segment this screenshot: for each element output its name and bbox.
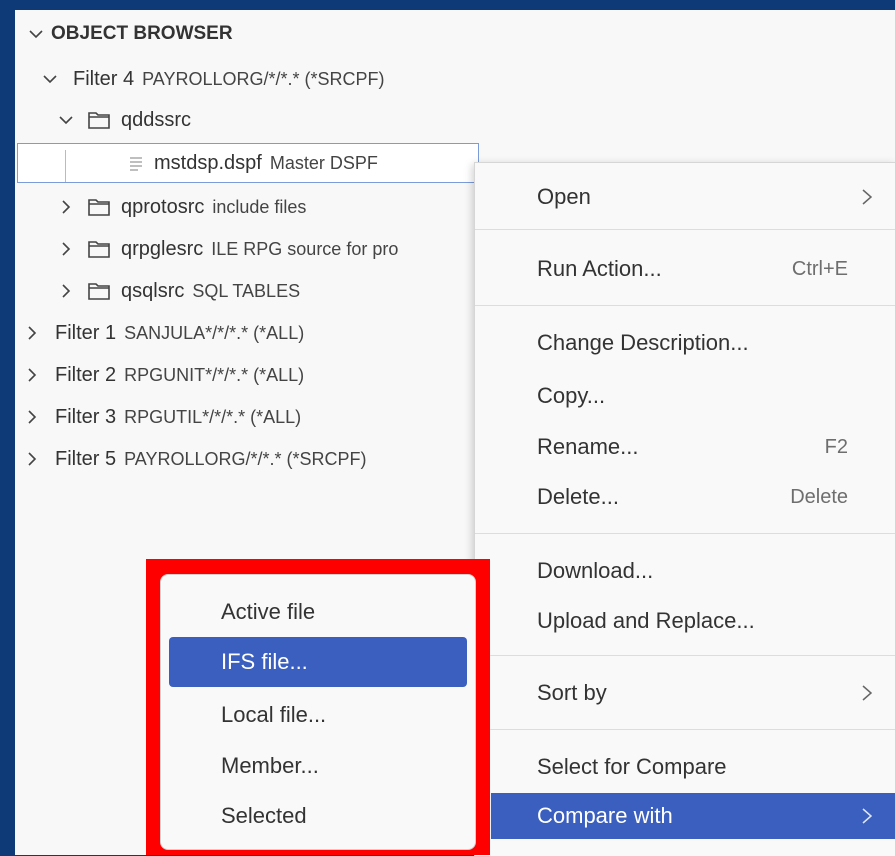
- tree-item-label: qsqlsrc: [121, 279, 185, 302]
- tree-item-label: Filter 5: [55, 447, 117, 470]
- tree-item-qprotosrc[interactable]: qprotosrc include files: [57, 190, 306, 224]
- tree-item-filter-2[interactable]: Filter 2 RPGUNIT*/*/*.* (*ALL): [23, 358, 304, 392]
- menu-separator: [475, 533, 895, 534]
- tree-item-desc: ILE RPG source for pro: [211, 238, 399, 259]
- submenu-item-label: IFS file...: [221, 649, 308, 674]
- menu-item-select-for-compare[interactable]: Select for Compare: [491, 745, 895, 789]
- chevron-right-icon: [860, 683, 874, 703]
- submenu-item-label: Selected: [221, 803, 307, 828]
- folder-icon: [87, 281, 111, 301]
- tree-item-qsqlsrc[interactable]: qsqlsrc SQL TABLES: [57, 274, 300, 308]
- menu-item-upload-replace[interactable]: Upload and Replace...: [491, 599, 895, 643]
- chevron-right-icon: [860, 806, 874, 826]
- menu-item-download[interactable]: Download...: [491, 549, 895, 593]
- submenu-item-active-file[interactable]: Active file: [169, 587, 467, 637]
- submenu-item-label: Local file...: [221, 702, 327, 727]
- menu-item-label: Delete...: [537, 484, 619, 509]
- menu-item-label: Select for Compare: [537, 754, 727, 779]
- tree-item-qrpglesrc[interactable]: qrpglesrc ILE RPG source for pro: [57, 232, 475, 266]
- submenu-item-local-file[interactable]: Local file...: [169, 690, 467, 740]
- tree-item-desc: RPGUNIT*/*/*.* (*ALL): [124, 364, 305, 385]
- menu-item-change-description[interactable]: Change Description...: [491, 321, 895, 365]
- menu-item-delete[interactable]: Delete... Delete: [491, 475, 895, 519]
- menu-separator: [475, 729, 895, 730]
- chevron-right-icon: [23, 324, 41, 342]
- tree-item-filter-4[interactable]: Filter 4 PAYROLLORG/*/*.* (*SRCPF): [41, 62, 385, 96]
- menu-item-label: Rename...: [537, 434, 639, 459]
- section-header-object-browser[interactable]: OBJECT BROWSER: [27, 22, 233, 46]
- tree-item-label: qrpglesrc: [121, 237, 204, 260]
- menu-item-label: Sort by: [537, 680, 607, 705]
- tree-item-filter-3[interactable]: Filter 3 RPGUTIL*/*/*.* (*ALL): [23, 400, 301, 434]
- tree-item-desc: SANJULA*/*/*.* (*ALL): [124, 322, 305, 343]
- menu-item-rename[interactable]: Rename... F2: [491, 425, 895, 469]
- tree-item-label: Filter 1: [55, 321, 117, 344]
- submenu-item-ifs-file[interactable]: IFS file...: [169, 637, 467, 687]
- chevron-right-icon: [57, 240, 75, 258]
- menu-item-label: Change Description...: [537, 330, 749, 355]
- tree-item-label: qddssrc: [121, 108, 192, 131]
- menu-item-compare-with[interactable]: Compare with: [491, 793, 895, 839]
- chevron-down-icon: [27, 25, 45, 43]
- chevron-down-icon: [41, 70, 59, 88]
- submenu-item-label: Member...: [221, 753, 319, 778]
- tree-indent-guide: [65, 150, 66, 182]
- menu-item-label: Copy...: [537, 383, 606, 408]
- menu-separator: [475, 305, 895, 306]
- tree-item-filter-5[interactable]: Filter 5 PAYROLLORG/*/*.* (*SRCPF): [23, 442, 367, 476]
- compare-with-submenu: Active file IFS file... Local file... Me…: [160, 574, 476, 850]
- tree-item-qddssrc[interactable]: qddssrc: [57, 103, 191, 137]
- menu-item-sort-by[interactable]: Sort by: [491, 671, 895, 715]
- tree-item-label: Filter 4: [73, 67, 135, 90]
- tree-item-desc: PAYROLLORG/*/*.* (*SRCPF): [124, 448, 367, 469]
- menu-item-label: Upload and Replace...: [537, 608, 755, 633]
- chevron-right-icon: [57, 198, 75, 216]
- menu-item-copy[interactable]: Copy...: [491, 374, 895, 418]
- menu-item-label: Compare with: [537, 803, 673, 828]
- chevron-right-icon: [23, 450, 41, 468]
- tree-item-desc: Master DSPF: [269, 152, 378, 173]
- menu-separator: [475, 229, 895, 230]
- menu-item-label: Open: [537, 184, 591, 209]
- tree-item-desc: RPGUTIL*/*/*.* (*ALL): [124, 406, 302, 427]
- menu-item-run-action[interactable]: Run Action... Ctrl+E: [491, 247, 895, 291]
- menu-item-label: Run Action...: [537, 256, 662, 281]
- chevron-right-icon: [57, 282, 75, 300]
- submenu-item-selected[interactable]: Selected: [169, 791, 467, 841]
- tree-item-mstdsp-dspf[interactable]: mstdsp.dspf Master DSPF: [17, 143, 479, 183]
- section-title: OBJECT BROWSER: [51, 23, 233, 44]
- tree-item-label: qprotosrc: [121, 195, 205, 218]
- tree-item-label: mstdsp.dspf: [154, 151, 262, 174]
- chevron-down-icon: [57, 111, 75, 129]
- folder-icon: [87, 110, 111, 130]
- menu-item-open[interactable]: Open: [491, 175, 895, 219]
- chevron-right-icon: [23, 366, 41, 384]
- file-lines-icon: [128, 154, 146, 172]
- tree-item-desc: SQL TABLES: [192, 280, 301, 301]
- menu-item-label: Download...: [537, 558, 654, 583]
- shortcut-label: F2: [824, 435, 848, 458]
- tree-item-desc: PAYROLLORG/*/*.* (*SRCPF): [142, 68, 385, 89]
- tree-item-label: Filter 3: [55, 405, 117, 428]
- tree-item-filter-1[interactable]: Filter 1 SANJULA*/*/*.* (*ALL): [23, 316, 304, 350]
- chevron-right-icon: [860, 187, 874, 207]
- submenu-item-member[interactable]: Member...: [169, 741, 467, 791]
- tree-item-desc: include files: [212, 196, 307, 217]
- chevron-right-icon: [23, 408, 41, 426]
- tree-item-label: Filter 2: [55, 363, 117, 386]
- shortcut-label: Delete: [790, 485, 848, 508]
- shortcut-label: Ctrl+E: [791, 257, 848, 280]
- submenu-item-label: Active file: [221, 599, 316, 624]
- context-menu: Open Run Action... Ctrl+E Change Descrip…: [474, 162, 895, 856]
- menu-separator: [475, 655, 895, 656]
- folder-icon: [87, 239, 111, 259]
- folder-icon: [87, 197, 111, 217]
